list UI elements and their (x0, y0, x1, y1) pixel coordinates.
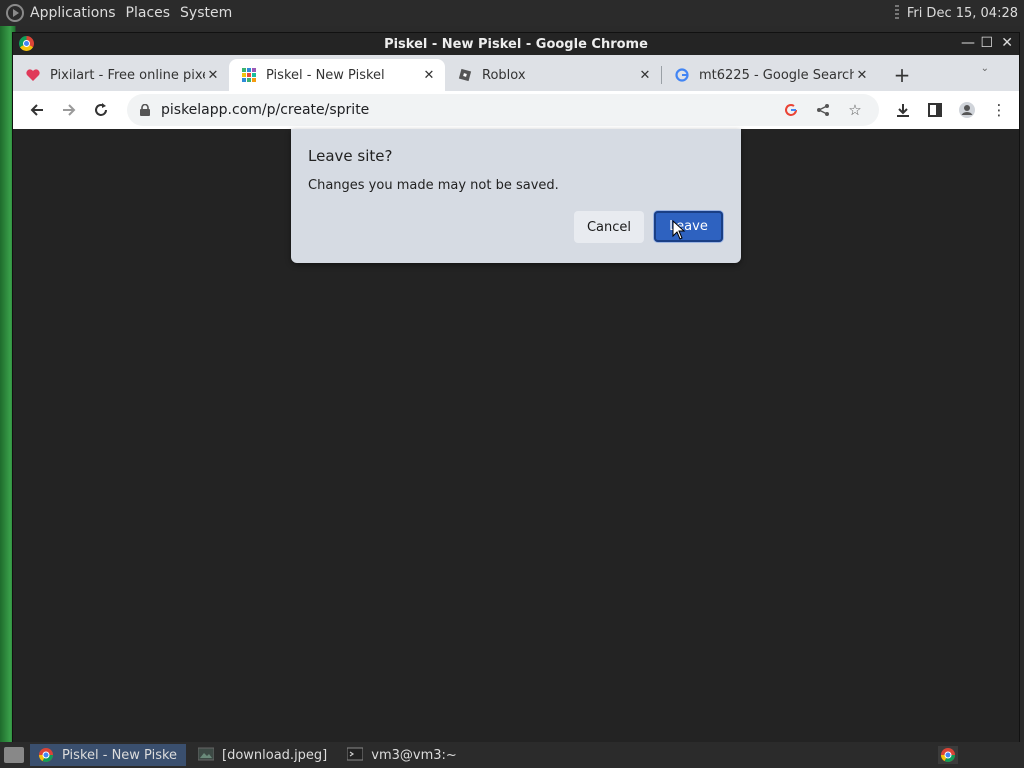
reload-button[interactable] (85, 94, 117, 126)
chrome-icon (38, 747, 54, 763)
chrome-window: Piskel - New Piskel - Google Chrome — ☐ … (13, 33, 1019, 742)
menu-applications[interactable]: Applications (30, 5, 116, 21)
tab-title: Roblox (482, 67, 526, 83)
arrow-left-icon (30, 104, 43, 116)
terminal-icon (346, 747, 364, 763)
top-panel: Applications Places System Fri Dec 15, 0… (0, 0, 1024, 26)
bottom-taskbar: Piskel - New Piskel - ... [download.jpeg… (0, 742, 1024, 768)
piskel-grid-icon (241, 67, 257, 83)
taskbar-item-chrome[interactable]: Piskel - New Piskel - ... (30, 744, 186, 766)
image-viewer-icon (197, 747, 215, 763)
taskbar-item-label: [download.jpeg] (222, 747, 328, 763)
window-title: Piskel - New Piskel - Google Chrome (384, 36, 648, 52)
new-tab-button[interactable]: + (888, 59, 916, 91)
close-tab-icon[interactable]: ✕ (637, 68, 653, 83)
chrome-icon (19, 36, 34, 51)
lock-icon[interactable] (139, 104, 151, 116)
tab-roblox[interactable]: Roblox ✕ (445, 59, 661, 91)
tab-piskel[interactable]: Piskel - New Piskel ✕ (229, 59, 445, 91)
roblox-icon (457, 67, 473, 83)
tray-chrome-icon[interactable] (938, 746, 958, 764)
leave-site-dialog: Leave site? Changes you made may not be … (291, 129, 741, 263)
reload-icon (95, 103, 107, 116)
forward-button[interactable] (53, 94, 85, 126)
tab-pixilart[interactable]: Pixilart - Free online pixel ✕ (13, 59, 229, 91)
google-icon (674, 67, 690, 83)
profile-avatar-icon[interactable] (951, 94, 983, 126)
menu-system[interactable]: System (180, 5, 232, 21)
tab-title: Pixilart - Free online pixel (50, 67, 205, 83)
menu-places[interactable]: Places (126, 5, 171, 21)
back-button[interactable] (21, 94, 53, 126)
side-panel-icon[interactable] (919, 94, 951, 126)
close-tab-icon[interactable]: ✕ (205, 68, 221, 83)
tab-search-icon[interactable]: ⌄ (981, 63, 989, 74)
tab-title: Piskel - New Piskel (266, 67, 385, 83)
panel-clock[interactable]: Fri Dec 15, 04:28 (907, 6, 1018, 21)
kebab-menu-icon[interactable]: ⋮ (983, 94, 1015, 126)
cancel-button[interactable]: Cancel (574, 211, 644, 243)
dialog-message: Changes you made may not be saved. (308, 178, 559, 193)
bookmark-star-icon[interactable]: ☆ (839, 101, 871, 119)
show-desktop-icon[interactable] (4, 747, 24, 763)
leave-button[interactable]: Leave (654, 211, 723, 242)
tab-google-search[interactable]: mt6225 - Google Search ✕ (662, 59, 878, 91)
close-window-icon[interactable]: ✕ (1001, 35, 1013, 51)
heart-icon (25, 67, 41, 83)
close-tab-icon[interactable]: ✕ (854, 68, 870, 83)
address-bar[interactable]: piskelapp.com/p/create/sprite ☆ (127, 94, 879, 126)
taskbar-item-label: Piskel - New Piskel - ... (62, 747, 178, 763)
maximize-icon[interactable]: ☐ (980, 35, 993, 51)
arrow-right-icon (63, 104, 76, 116)
dialog-title: Leave site? (308, 147, 393, 165)
taskbar-item-image-viewer[interactable]: [download.jpeg] (190, 744, 335, 766)
google-lens-icon[interactable] (775, 103, 807, 117)
taskbar-item-label: vm3@vm3:~ (371, 747, 457, 763)
taskbar-item-terminal[interactable]: vm3@vm3:~ (339, 744, 465, 766)
panel-grip-handle[interactable] (894, 5, 899, 21)
mouse-cursor-icon (672, 220, 686, 240)
url-text[interactable]: piskelapp.com/p/create/sprite (161, 102, 775, 118)
tab-strip: Pixilart - Free online pixel ✕ Piskel - … (13, 55, 1019, 91)
share-icon[interactable] (807, 103, 839, 117)
minimize-icon[interactable]: — (961, 35, 975, 51)
browser-toolbar: piskelapp.com/p/create/sprite ☆ ⋮ (13, 91, 1019, 130)
window-titlebar[interactable]: Piskel - New Piskel - Google Chrome — ☐ … (13, 33, 1019, 55)
distro-logo-icon[interactable] (6, 4, 24, 22)
close-tab-icon[interactable]: ✕ (421, 68, 437, 83)
tab-title: mt6225 - Google Search (699, 67, 854, 83)
download-icon[interactable] (887, 94, 919, 126)
page-content: Leave site? Changes you made may not be … (13, 129, 1019, 742)
